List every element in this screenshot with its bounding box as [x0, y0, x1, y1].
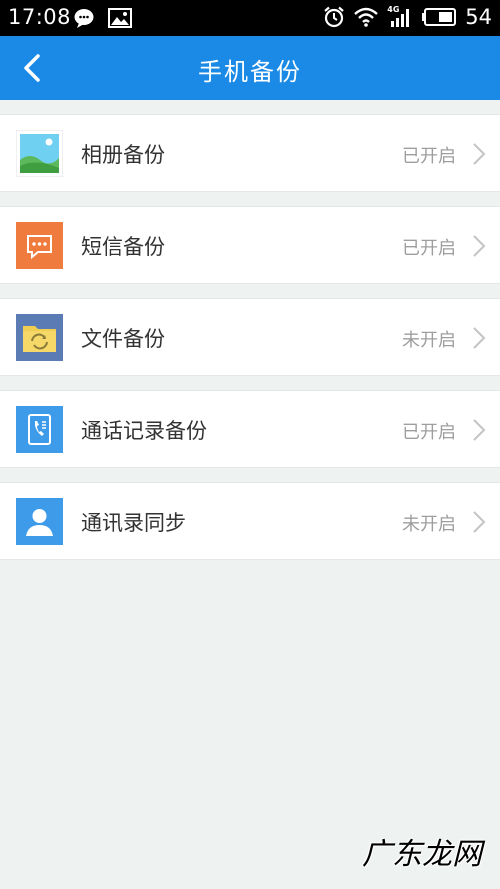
battery-level: 54 [465, 5, 492, 29]
signal-icon [391, 9, 410, 27]
list-item-label: 短信备份 [81, 235, 165, 259]
contacts-icon [16, 498, 63, 545]
image-notification-icon [108, 8, 132, 28]
status-right: 4G 54 [323, 5, 492, 29]
app-bar: 手机备份 [0, 36, 500, 100]
wechat-notification-icon [74, 9, 94, 28]
list-item-label: 通讯录同步 [81, 511, 186, 535]
status-text: 已开启 [402, 146, 456, 167]
chevron-right-icon [473, 235, 486, 257]
list-item-label: 相册备份 [81, 143, 165, 167]
chevron-right-icon [473, 419, 486, 441]
list-item-label: 文件备份 [81, 327, 165, 351]
list-item-sms-backup[interactable]: 短信备份 已开启 [0, 206, 500, 284]
status-text: 未开启 [402, 330, 456, 351]
photo-album-icon [16, 130, 63, 177]
status-text: 已开启 [402, 238, 456, 259]
status-time: 17:08 [8, 5, 72, 29]
chevron-right-icon [473, 511, 486, 533]
notification-icons [74, 8, 132, 28]
chevron-right-icon [473, 327, 486, 349]
signal-indicator: 4G [387, 5, 413, 28]
battery-icon [422, 8, 457, 26]
status-bar: 17:08 4G 54 [0, 0, 500, 36]
wifi-icon [354, 7, 379, 27]
status-text: 未开启 [402, 514, 456, 535]
list-item-contacts-sync[interactable]: 通讯录同步 未开启 [0, 482, 500, 560]
call-log-icon [16, 406, 63, 453]
list-item-photo-backup[interactable]: 相册备份 已开启 [0, 114, 500, 192]
sms-icon [16, 222, 63, 269]
chevron-right-icon [473, 143, 486, 165]
folder-sync-icon [16, 314, 63, 361]
list-item-call-log-backup[interactable]: 通话记录备份 已开启 [0, 390, 500, 468]
page-title: 手机备份 [198, 58, 302, 86]
status-text: 已开启 [402, 422, 456, 443]
watermark: 广东龙网 [362, 837, 482, 872]
alarm-icon [324, 6, 344, 28]
backup-list: 相册备份 已开启 短信备份 已开启 文件备份 未开启 通话记录备份 已开启 通讯… [0, 100, 500, 560]
list-item-file-backup[interactable]: 文件备份 未开启 [0, 298, 500, 376]
list-item-label: 通话记录备份 [81, 419, 207, 443]
